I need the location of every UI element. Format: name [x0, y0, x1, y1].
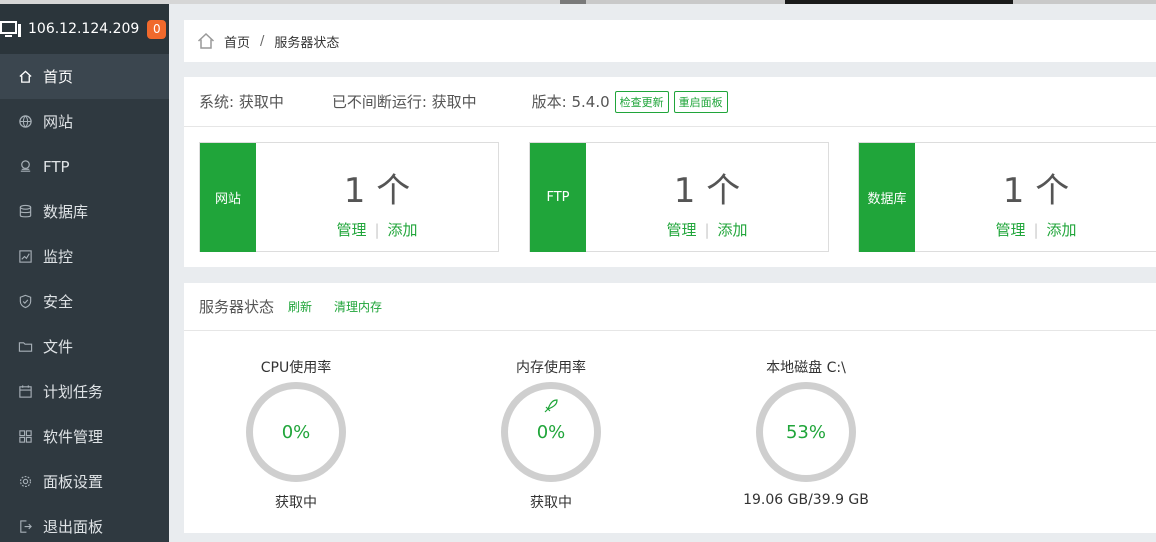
system-overview-card: 系统: 获取中 已不间断运行: 获取中 版本: 5.4.0 检查更新 重启面板 … [184, 77, 1156, 267]
sidebar-item-label: 计划任务 [43, 383, 104, 401]
gauge-subtext: 19.06 GB/39.9 GB [743, 492, 869, 508]
rocket-icon[interactable] [542, 397, 560, 415]
gauge-subtext: 获取中 [530, 495, 572, 511]
system-text: 系统: 获取中 [199, 93, 284, 111]
system-info-line: 系统: 获取中 已不间断运行: 获取中 版本: 5.4.0 检查更新 重启面板 [184, 77, 1156, 127]
sidebar-item-label: 监控 [43, 248, 74, 266]
gauge-title: 本地磁盘 C:\ [766, 360, 846, 376]
manage-link[interactable]: 管理 [666, 221, 696, 239]
gauge-percent: 0% [536, 421, 566, 443]
check-update-button[interactable]: 检查更新 [614, 90, 669, 113]
add-link[interactable]: 添加 [388, 221, 418, 239]
sidebar-item-settings[interactable]: 面板设置 [0, 459, 169, 504]
sidebar-item-label: 首页 [43, 68, 74, 86]
ftp-icon [17, 159, 33, 175]
breadcrumb: 首页 / 服务器状态 [184, 20, 1156, 62]
server-status-card: 服务器状态 刷新 清理内存 CPU使用率 0% 获取中 内存使用率 0% 获取中… [184, 283, 1156, 533]
sidebar-item-security[interactable]: 安全 [0, 279, 169, 324]
stat-box-website: 网站 1 个 管理 | 添加 [199, 142, 499, 252]
logout-icon [17, 519, 33, 535]
divider: | [704, 221, 710, 239]
database-icon [17, 204, 33, 220]
stat-actions: 管理 | 添加 [256, 219, 498, 240]
folder-icon [17, 339, 33, 355]
sidebar-item-cron[interactable]: 计划任务 [0, 369, 169, 414]
server-ip: 106.12.124.209 [28, 21, 140, 37]
sidebar-item-software[interactable]: 软件管理 [0, 414, 169, 459]
sidebar-item-monitor[interactable]: 监控 [0, 234, 169, 279]
cpu-gauge: CPU使用率 0% 获取中 [216, 357, 376, 512]
browser-top-strip [0, 0, 1156, 4]
sidebar-item-files[interactable]: 文件 [0, 324, 169, 369]
sidebar-item-database[interactable]: 数据库 [0, 189, 169, 234]
manage-link[interactable]: 管理 [995, 221, 1025, 239]
gauge-title: 内存使用率 [516, 360, 586, 376]
sidebar: 106.12.124.209 0 首页 网站 FTP 数据库 监控 安全 文件 … [0, 4, 169, 542]
monitor-chart-icon [17, 249, 33, 265]
clear-memory-link[interactable]: 清理内存 [334, 298, 382, 315]
sidebar-item-label: 网站 [43, 113, 74, 131]
stat-count: 1 个 [1002, 171, 1070, 211]
sidebar-item-label: 软件管理 [43, 428, 104, 446]
add-link[interactable]: 添加 [718, 221, 748, 239]
stat-label: 数据库 [859, 143, 915, 252]
server-status-header: 服务器状态 刷新 清理内存 [184, 283, 1156, 331]
restart-panel-button[interactable]: 重启面板 [673, 90, 728, 113]
gauge-ring: 0% [246, 382, 346, 482]
shield-icon [17, 294, 33, 310]
stat-count: 1 个 [673, 171, 741, 211]
sidebar-item-label: 退出面板 [43, 518, 104, 536]
gauge-title: CPU使用率 [260, 360, 332, 376]
sidebar-item-home[interactable]: 首页 [0, 54, 169, 99]
server-status-title: 服务器状态 [199, 298, 275, 316]
stat-box-ftp: FTP 1 个 管理 | 添加 [529, 142, 829, 252]
stat-actions: 管理 | 添加 [915, 219, 1156, 240]
sidebar-item-label: 面板设置 [43, 473, 104, 491]
home-icon [17, 69, 33, 85]
gauge-ring[interactable]: 0% [501, 382, 601, 482]
uptime-text: 已不间断运行: 获取中 [331, 93, 477, 111]
calendar-icon [17, 384, 33, 400]
sidebar-item-logout[interactable]: 退出面板 [0, 504, 169, 542]
add-link[interactable]: 添加 [1047, 221, 1077, 239]
gauge-percent: 0% [281, 421, 311, 443]
sidebar-item-website[interactable]: 网站 [0, 99, 169, 144]
gauge-ring: 53% [756, 382, 856, 482]
breadcrumb-home-link[interactable]: 首页 [224, 32, 250, 51]
divider: | [1033, 221, 1039, 239]
gauge-subtext: 获取中 [275, 495, 317, 511]
version-text: 版本: 5.4.0 [531, 93, 610, 111]
sidebar-item-label: FTP [43, 157, 70, 176]
globe-icon [17, 114, 33, 130]
manage-link[interactable]: 管理 [336, 221, 366, 239]
breadcrumb-separator: / [260, 33, 265, 49]
disk-gauge: 本地磁盘 C:\ 53% 19.06 GB/39.9 GB [726, 357, 886, 508]
stat-label: 网站 [200, 143, 256, 252]
refresh-link[interactable]: 刷新 [288, 298, 312, 315]
stat-actions: 管理 | 添加 [586, 219, 828, 240]
gauge-percent: 53% [785, 421, 826, 443]
divider: | [374, 221, 380, 239]
grid-apps-icon [17, 429, 33, 445]
monitor-icon [0, 21, 21, 37]
sidebar-item-ftp[interactable]: FTP [0, 144, 169, 189]
memory-gauge: 内存使用率 0% 获取中 [471, 357, 631, 512]
home-icon[interactable] [196, 31, 216, 51]
notification-badge[interactable]: 0 [147, 19, 167, 39]
stat-count: 1 个 [343, 171, 411, 211]
gear-icon [17, 474, 33, 490]
sidebar-item-label: 数据库 [43, 203, 89, 221]
stat-label: FTP [530, 143, 586, 252]
server-header[interactable]: 106.12.124.209 0 [0, 4, 169, 54]
breadcrumb-current: 服务器状态 [274, 35, 340, 51]
sidebar-item-label: 文件 [43, 338, 74, 356]
stat-box-database: 数据库 1 个 管理 | 添加 [858, 142, 1156, 252]
sidebar-item-label: 安全 [43, 293, 74, 311]
